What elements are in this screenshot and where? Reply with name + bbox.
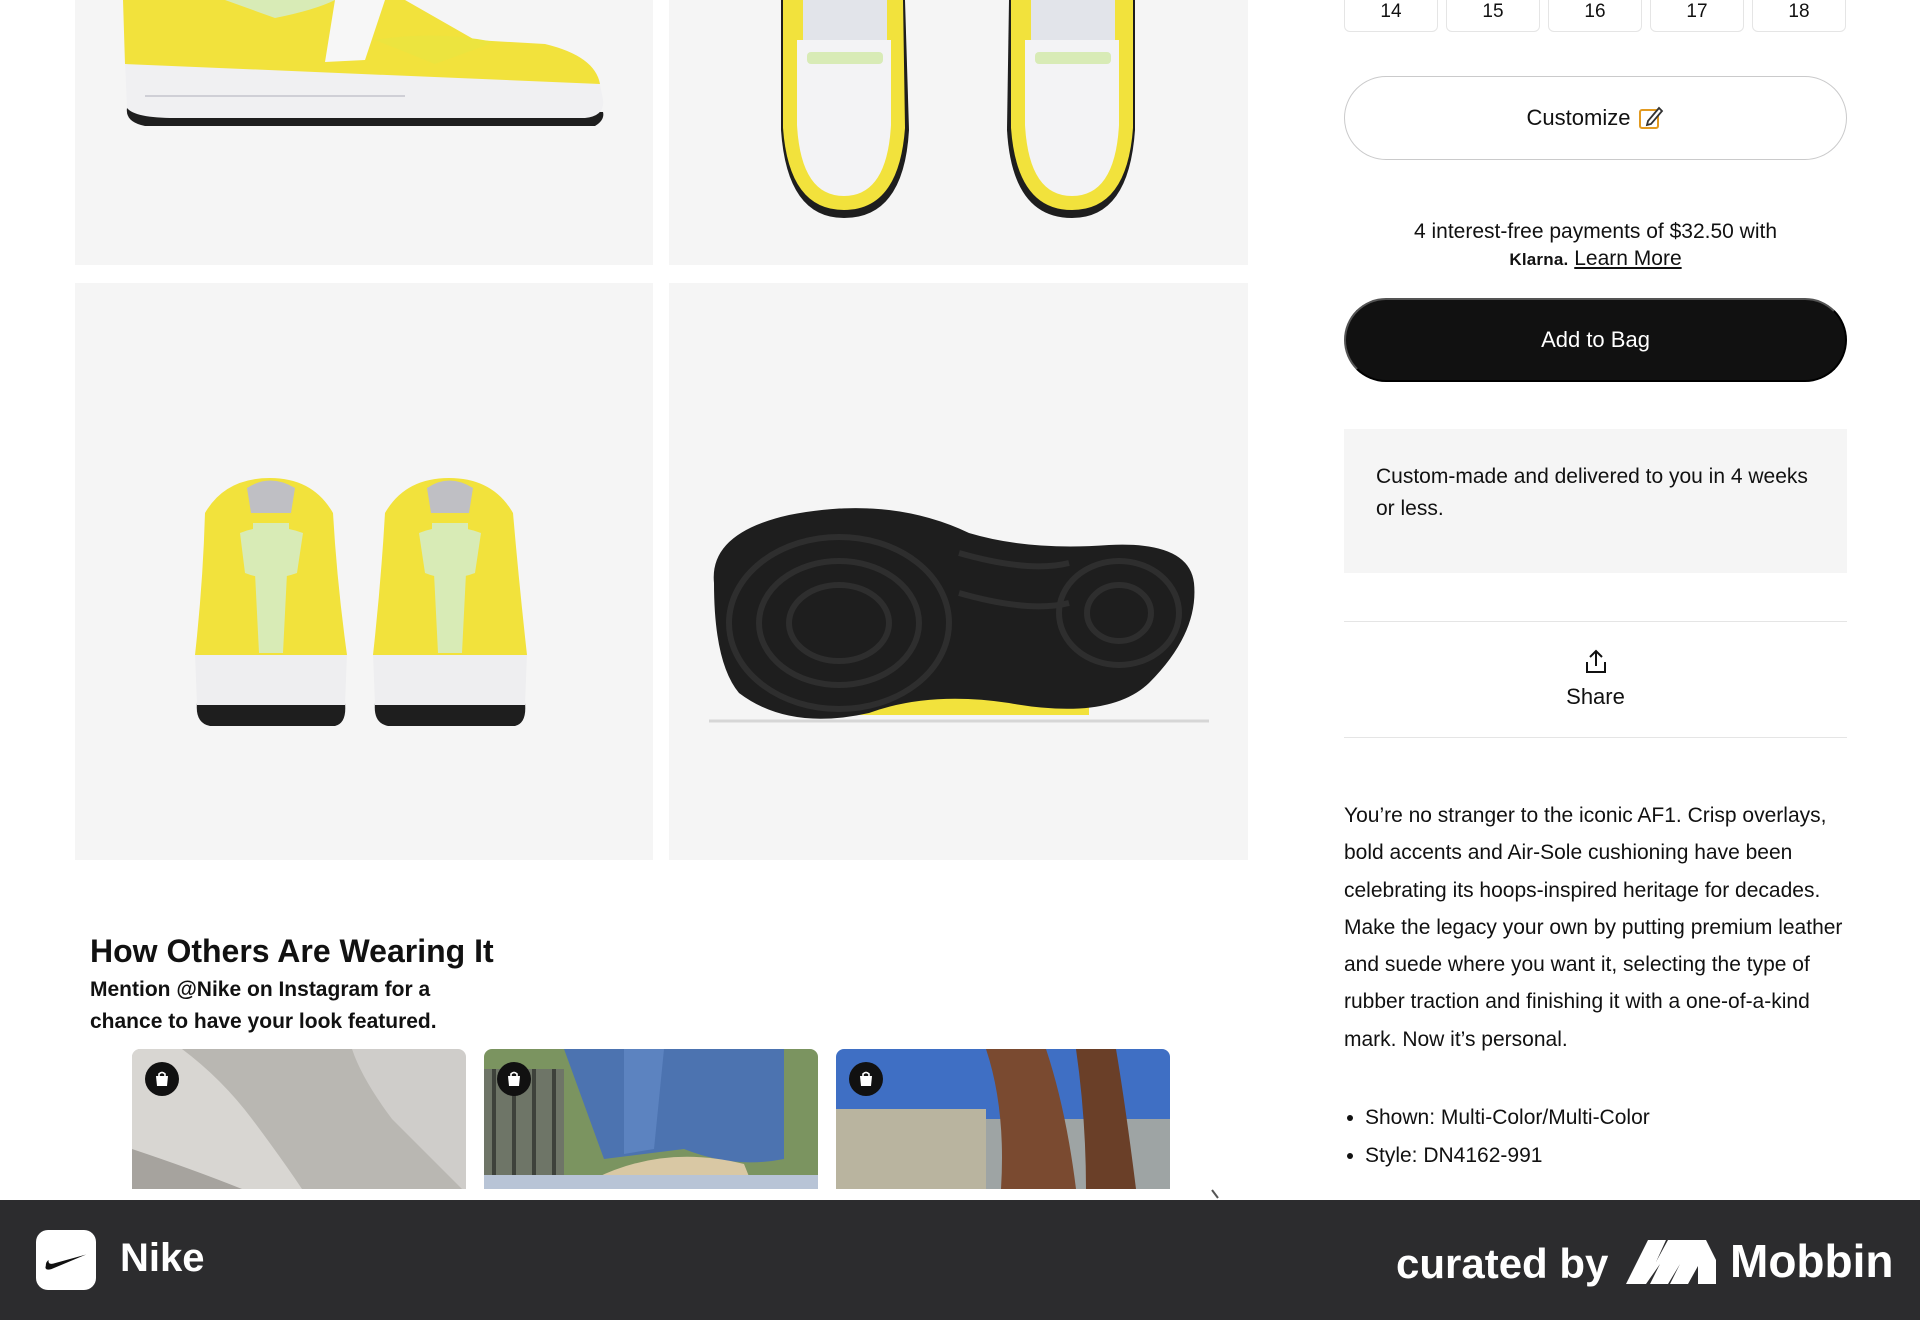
size-option[interactable]: 17	[1650, 0, 1744, 32]
ugc-photo-grey-pants	[132, 1049, 466, 1189]
product-image-side[interactable]	[75, 0, 653, 265]
divider	[1344, 621, 1847, 622]
nike-swoosh-icon	[45, 1254, 87, 1270]
shop-badge[interactable]	[145, 1062, 179, 1096]
mobbin-logo-icon	[1626, 1240, 1716, 1284]
ugc-photo-legs	[836, 1049, 1170, 1189]
shopping-bag-icon	[508, 1071, 520, 1086]
share-label: Share	[1566, 684, 1625, 709]
share-icon	[1585, 649, 1606, 673]
customize-label: Customize	[1526, 105, 1631, 130]
section-title: How Others Are Wearing It	[90, 933, 494, 969]
product-details-list: Shown: Multi-Color/Multi-Color Style: DN…	[1344, 1099, 1847, 1174]
size-option[interactable]: 18	[1752, 0, 1846, 32]
product-image-heel[interactable]	[75, 283, 653, 860]
ugc-photo-card[interactable]	[836, 1049, 1170, 1189]
app-name: Nike	[120, 1236, 205, 1280]
ugc-photo-card[interactable]	[132, 1049, 466, 1189]
learn-more-link[interactable]: Learn More	[1574, 247, 1681, 270]
divider	[1344, 737, 1847, 738]
bottom-bar: Nike curated by Mobbin	[0, 1200, 1920, 1320]
shopping-bag-icon	[156, 1071, 168, 1086]
size-option[interactable]: 14	[1344, 0, 1438, 32]
detail-item: Style: DN4162-991	[1344, 1137, 1847, 1175]
app-icon	[36, 1230, 96, 1290]
size-selector: 14 15 16 17 18	[1344, 0, 1846, 32]
detail-item: Shown: Multi-Color/Multi-Color	[1344, 1099, 1847, 1137]
klarna-text: 4 interest-free payments of $32.50 with	[1413, 220, 1778, 243]
shoe-side-illustration	[123, 0, 604, 126]
add-to-bag-label: Add to Bag	[1541, 327, 1650, 352]
carousel-next-icon[interactable]	[1206, 1188, 1230, 1200]
shoe-sole-illustration	[709, 508, 1209, 723]
shoe-heel-illustration	[195, 478, 527, 726]
ugc-photo-card[interactable]	[484, 1049, 818, 1189]
customize-button[interactable]: Customize	[1344, 76, 1847, 160]
edit-icon	[1639, 106, 1664, 129]
mobbin-brand: Mobbin	[1730, 1235, 1894, 1287]
shoe-top-illustration	[781, 0, 1135, 218]
klarna-payments: 4 interest-free payments of $32.50 with …	[1344, 218, 1847, 273]
product-description: You’re no stranger to the iconic AF1. Cr…	[1344, 804, 1843, 1051]
shop-badge[interactable]	[849, 1062, 883, 1096]
product-image-sole[interactable]	[669, 283, 1248, 860]
delivery-text: Custom-made and delivered to you in 4 we…	[1376, 465, 1808, 520]
ugc-photo-denim	[484, 1049, 818, 1189]
product-image-top[interactable]	[669, 0, 1248, 265]
delivery-info: Custom-made and delivered to you in 4 we…	[1344, 429, 1847, 573]
share-button[interactable]: Share	[1344, 648, 1847, 710]
shopping-bag-icon	[860, 1071, 872, 1086]
klarna-logo: Klarna.	[1509, 250, 1569, 269]
size-option[interactable]: 16	[1548, 0, 1642, 32]
curated-by-text: curated by	[1396, 1240, 1609, 1287]
add-to-bag-button[interactable]: Add to Bag	[1344, 298, 1847, 382]
size-option[interactable]: 15	[1446, 0, 1540, 32]
shop-badge[interactable]	[497, 1062, 531, 1096]
section-subtitle: Mention @Nike on Instagram for a chance …	[90, 978, 437, 1033]
